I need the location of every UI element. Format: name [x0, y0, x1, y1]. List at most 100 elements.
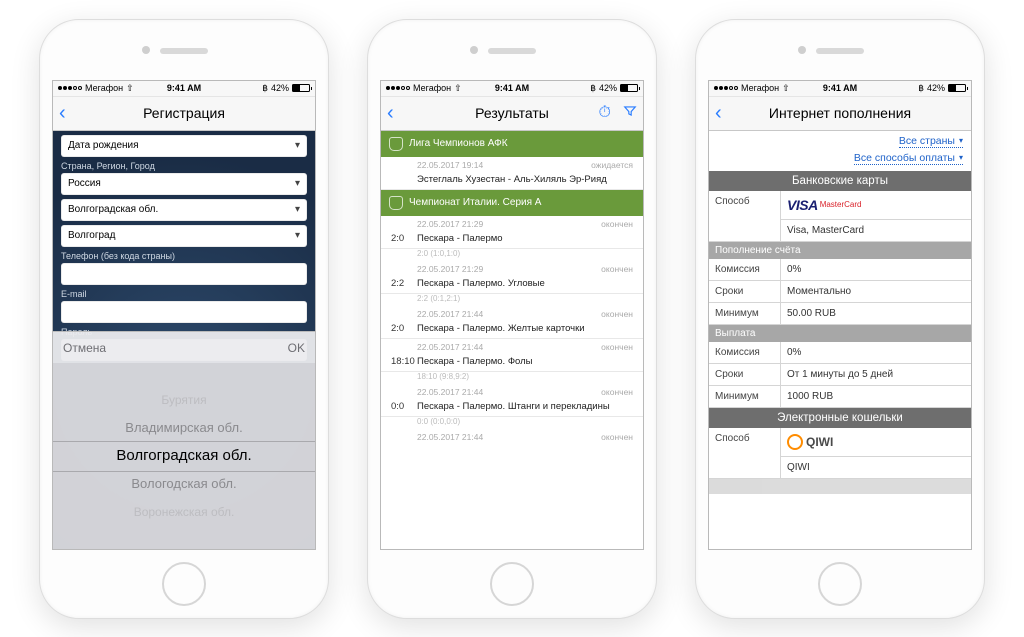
match-status: окончен [601, 309, 633, 319]
filter-icon[interactable] [623, 104, 637, 123]
phone-camera [798, 46, 806, 54]
email-input[interactable] [61, 301, 307, 323]
minimum-label: Минимум [709, 303, 781, 324]
match-row[interactable]: Эстеглаль Хузестан - Аль-Хиляль Эр-Рияд [381, 170, 643, 190]
kv-row: Способ VISAMasterCard Visa, MasterCard [709, 191, 971, 242]
bluetooth-icon: ฿ [590, 83, 596, 94]
birthdate-select[interactable]: Дата рождения ▾ [61, 135, 307, 157]
country-select[interactable]: Россия ▾ [61, 173, 307, 195]
results-list[interactable]: Лига Чемпионов АФК 22.05.2017 19:14 ожид… [381, 131, 643, 549]
signal-icon [714, 86, 738, 90]
match-datetime: 22.05.2017 19:14 [417, 160, 483, 170]
nav-title: Регистрация [143, 105, 225, 121]
match-name: Пескара - Палермо. Угловые [417, 278, 633, 289]
picker-option[interactable]: Владимирская обл. [125, 414, 242, 442]
minimum-value: 50.00 RUB [781, 303, 971, 324]
battery-label: 42% [271, 83, 289, 93]
picker-option[interactable]: Воронежская обл. [134, 498, 235, 526]
back-button[interactable]: ‹ [715, 102, 722, 125]
match-status: окончен [601, 342, 633, 352]
minimum-label: Минимум [709, 386, 781, 407]
match-subscore: 0:0 (0:0,0:0) [381, 417, 643, 429]
back-button[interactable]: ‹ [59, 102, 66, 125]
timing-value: От 1 минуты до 5 дней [781, 364, 971, 385]
city-select[interactable]: Волгоград ▾ [61, 225, 307, 247]
match-score: 2:0 [391, 323, 417, 334]
chevron-down-icon: ▾ [295, 178, 300, 189]
match-row[interactable]: 2:0Пескара - Палермо. Желтые карточки [381, 319, 643, 339]
battery-icon [620, 84, 638, 92]
timing-value: Моментально [781, 281, 971, 302]
section-ewallets: Электронные кошельки [709, 408, 971, 428]
match-row[interactable]: 2:0Пескара - Палермо [381, 229, 643, 249]
phone-camera [142, 46, 150, 54]
match-meta: 22.05.2017 19:14 ожидается [381, 157, 643, 170]
match-name: Пескара - Палермо [417, 233, 633, 244]
match-datetime: 22.05.2017 21:44 [417, 309, 483, 319]
method-label: Способ [709, 428, 781, 478]
home-button[interactable] [162, 562, 206, 606]
home-button[interactable] [490, 562, 534, 606]
match-name: Эстеглаль Хузестан - Аль-Хиляль Эр-Рияд [417, 174, 633, 185]
match-row[interactable]: 0:0Пескара - Палермо. Штанги и переклади… [381, 397, 643, 417]
phone-speaker [488, 48, 536, 54]
method-label: Способ [709, 191, 781, 241]
match-name: Пескара - Палермо. Фолы [417, 356, 633, 367]
picker-ok-button[interactable]: OK [288, 341, 305, 355]
nav-title: Интернет пополнения [769, 105, 911, 121]
shield-icon [389, 137, 403, 151]
picker-option[interactable]: Вологодская обл. [131, 470, 236, 498]
timing-label: Сроки [709, 281, 781, 302]
match-score: 2:2 [391, 278, 417, 289]
match-status: ожидается [591, 160, 633, 170]
match-subscore: 2:2 (0:1,2:1) [381, 294, 643, 306]
carrier-label: Мегафон [413, 83, 451, 93]
method-value: QIWI [781, 456, 971, 478]
picker-sheet: Отмена OK Бурятия Владимирская обл. Волг… [53, 331, 315, 548]
match-score: 18:10 [391, 356, 417, 367]
phone-deposit: Мегафон ⇧ 9:41 AM ฿ 42% ‹ Интернет попол… [695, 19, 985, 619]
region-select[interactable]: Волгоградская обл. ▾ [61, 199, 307, 221]
back-button[interactable]: ‹ [387, 102, 394, 125]
home-button[interactable] [818, 562, 862, 606]
phone-speaker [160, 48, 208, 54]
picker-option[interactable]: Бурятия [161, 386, 206, 414]
picker-cancel-button[interactable]: Отмена [63, 341, 106, 355]
deposit-content[interactable]: Все страны▾ Все способы оплаты▾ Банковск… [709, 131, 971, 549]
location-label: Страна, Регион, Город [61, 161, 307, 171]
visa-mastercard-logo: VISAMasterCard [781, 191, 971, 219]
signal-icon [58, 86, 82, 90]
league-header[interactable]: Лига Чемпионов АФК [381, 131, 643, 157]
match-row[interactable]: 18:10Пескара - Палермо. Фолы [381, 352, 643, 372]
match-name: Пескара - Палермо. Желтые карточки [417, 323, 633, 334]
wifi-icon: ⇧ [782, 83, 790, 94]
battery-icon [292, 84, 310, 92]
section-deposit: Пополнение счёта [709, 242, 971, 259]
league-header[interactable]: Чемпионат Италии. Серия А [381, 190, 643, 216]
chevron-down-icon: ▾ [295, 140, 300, 151]
picker-option-selected[interactable]: Волгоградская обл. [116, 442, 251, 470]
match-name: Пескара - Палермо. Штанги и перекладины [417, 401, 633, 412]
status-bar: Мегафон ⇧ 9:41 AM ฿ 42% [381, 81, 643, 97]
phone-input[interactable] [61, 263, 307, 285]
battery-icon [948, 84, 966, 92]
match-subscore: 18:10 (9:8,9:2) [381, 372, 643, 384]
kv-row: Способ QIWI QIWI [709, 428, 971, 479]
method-value: Visa, MasterCard [781, 219, 971, 241]
status-bar: Мегафон ⇧ 9:41 AM ฿ 42% [709, 81, 971, 97]
phone-camera [470, 46, 478, 54]
city-value: Волгоград [68, 230, 115, 241]
timer-icon[interactable]: ⏱ [599, 104, 611, 123]
match-status: окончен [601, 387, 633, 397]
bluetooth-icon: ฿ [918, 83, 924, 94]
match-datetime: 22.05.2017 21:44 [417, 432, 483, 442]
section-withdraw: Выплата [709, 325, 971, 342]
filter-method[interactable]: Все способы оплаты▾ [854, 152, 963, 165]
match-row[interactable]: 2:2Пескара - Палермо. Угловые [381, 274, 643, 294]
match-score: 2:0 [391, 233, 417, 244]
picker-wheel[interactable]: Бурятия Владимирская обл. Волгоградская … [53, 363, 315, 548]
navbar: ‹ Интернет пополнения [709, 97, 971, 131]
match-datetime: 22.05.2017 21:29 [417, 219, 483, 229]
filter-country[interactable]: Все страны▾ [899, 135, 963, 148]
phone-label: Телефон (без кода страны) [61, 251, 307, 261]
